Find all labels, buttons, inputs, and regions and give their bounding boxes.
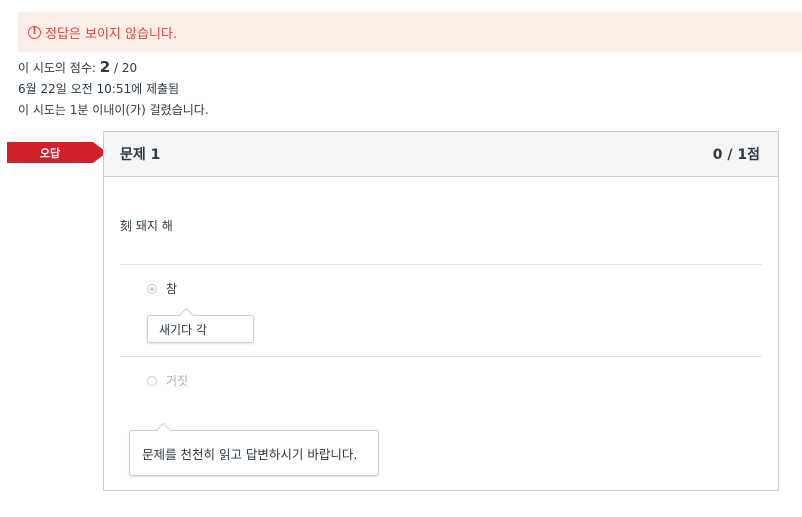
question-text: 刻 돼지 해 bbox=[120, 219, 173, 233]
incorrect-badge: 오답 bbox=[7, 142, 107, 163]
answer-option-false: 거짓 bbox=[147, 372, 188, 389]
answer-label: 거짓 bbox=[166, 374, 189, 388]
general-comment: 문제를 천천히 읽고 답변하시기 바랍니다. bbox=[129, 430, 379, 476]
answer-comment: 새기다 각 bbox=[147, 315, 254, 343]
notice-text: 정답은 보이지 않습니다. bbox=[45, 26, 177, 42]
score-total: / 20 bbox=[110, 61, 138, 75]
answers-hidden-notice: ! 정답은 보이지 않습니다. bbox=[18, 12, 802, 52]
question-title: 문제 1 bbox=[120, 147, 161, 163]
answer-comment-text: 새기다 각 bbox=[159, 322, 207, 337]
question-points: 0 / 1점 bbox=[712, 147, 760, 163]
general-comment-text: 문제를 천천히 읽고 답변하시기 바랍니다. bbox=[142, 446, 358, 462]
answer-divider bbox=[120, 356, 762, 357]
score-label: 이 시도의 점수: bbox=[18, 61, 100, 75]
answer-label: 참 bbox=[166, 282, 178, 296]
attempt-duration: 이 시도는 1분 이내이(가) 걸렸습니다. bbox=[18, 103, 209, 117]
answer-option-true: 참 bbox=[147, 280, 177, 297]
question-header: 문제 1 0 / 1점 bbox=[104, 132, 778, 177]
radio-selected-icon bbox=[147, 283, 157, 294]
exclamation-circle-icon: ! bbox=[28, 25, 41, 39]
answer-divider bbox=[120, 264, 762, 265]
score-value: 2 bbox=[99, 58, 111, 76]
question-card: 문제 1 0 / 1점 刻 돼지 해 참 새기다 각 거짓 문제를 천천히 읽고… bbox=[103, 131, 779, 491]
submitted-timestamp: 6월 22일 오전 10:51에 제출됨 bbox=[18, 82, 180, 96]
radio-unselected-icon bbox=[147, 375, 157, 386]
attempt-score: 이 시도의 점수: 2 / 20 bbox=[18, 58, 137, 76]
